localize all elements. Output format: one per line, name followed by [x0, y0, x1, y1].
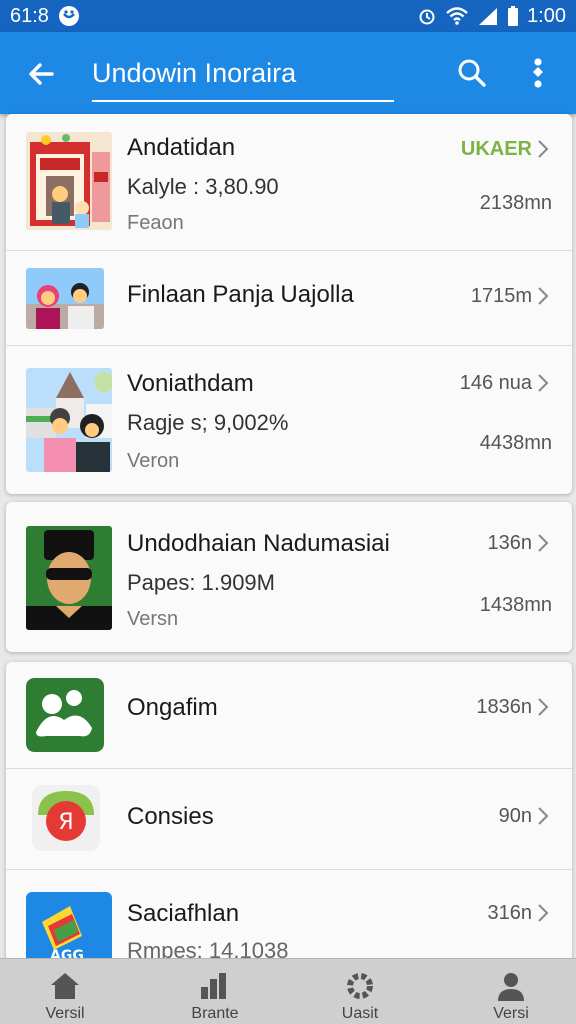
list-item[interactable]: Ongafim 1836n: [6, 662, 572, 769]
alarm-icon: [419, 9, 435, 25]
item-meta: Kalyle : 3,80.90: [127, 174, 279, 199]
nav-label: Versil: [45, 1005, 85, 1022]
nav-label: Brante: [191, 1005, 239, 1022]
list-item[interactable]: AGG Saciafhlan Rmpes: 14,1038 316n: [6, 870, 572, 962]
chevron-right-icon: [538, 140, 549, 158]
item-value: 146 nua: [459, 372, 532, 394]
person-icon: [498, 973, 524, 1001]
item-subtitle: Veron: [127, 450, 180, 472]
nav-label: Versi: [493, 1005, 529, 1022]
list-item[interactable]: Finlaan Panja Uajolla 1715m: [6, 251, 572, 346]
nav-item-profile[interactable]: Versi: [456, 959, 566, 1024]
item-subtitle: Feaon: [127, 212, 184, 234]
title-field[interactable]: Undowin Inoraira: [92, 50, 394, 102]
list-card-1: Andatidan Kalyle : 3,80.90 Feaon UKAER 2…: [6, 114, 572, 494]
item-thumbnail: [26, 368, 112, 472]
chevron-right-icon: [538, 374, 549, 392]
nav-label: Uasit: [341, 1005, 379, 1022]
chevron-right-icon: [538, 287, 549, 305]
search-icon: [458, 59, 486, 87]
battery-icon: [508, 6, 519, 26]
item-title: Consies: [127, 803, 214, 830]
bar-chart-icon: [201, 973, 226, 999]
notification-icon: [58, 6, 79, 26]
item-value-secondary: 4438mn: [479, 432, 552, 454]
svg-text:Я: Я: [58, 810, 73, 835]
item-title: Ongafim: [127, 694, 218, 721]
nav-item-home[interactable]: Versil: [10, 959, 120, 1024]
item-title: Undodhaian Nadumasiai: [127, 530, 390, 557]
list-item[interactable]: Voniathdam Ragje s; 9,002% Veron 146 nua…: [6, 346, 572, 494]
more-vertical-icon: [533, 58, 543, 88]
list-card-2: Undodhaian Nadumasiai Papes: 1.909M Vers…: [6, 502, 572, 652]
item-value: 90n: [498, 805, 532, 827]
item-title: Saciafhlan: [127, 900, 240, 927]
item-title: Finlaan Panja Uajolla: [127, 281, 354, 308]
app-icon: [26, 678, 104, 752]
item-status-badge: UKAER: [460, 138, 532, 160]
nav-item-settings[interactable]: Uasit: [305, 959, 415, 1024]
item-meta: Ragje s; 9,002%: [127, 410, 289, 435]
item-title: Voniathdam: [127, 370, 254, 397]
wifi-icon: [446, 7, 468, 25]
item-thumbnail: [26, 268, 104, 329]
arrow-left-icon: [29, 63, 54, 85]
item-value: 1836n: [476, 696, 532, 718]
status-left-text: 61:8: [10, 4, 49, 27]
chevron-right-icon: [538, 698, 549, 716]
item-title: Andatidan: [127, 134, 236, 161]
status-time: 1:00: [527, 4, 566, 27]
app-icon: AGG: [26, 892, 112, 962]
back-button[interactable]: [22, 54, 62, 94]
status-bar: 61:8 1:00: [0, 0, 576, 32]
item-value-secondary: 1438mn: [479, 594, 552, 616]
item-meta: Papes: 1.909M: [127, 570, 275, 595]
item-thumbnail: [26, 132, 112, 230]
item-subtitle: Versn: [127, 608, 179, 630]
list-item[interactable]: Andatidan Kalyle : 3,80.90 Feaon UKAER 2…: [6, 114, 572, 251]
list-item[interactable]: Я Consies 90n: [6, 769, 572, 870]
item-value: 1715m: [470, 285, 532, 307]
item-value: 2138mn: [479, 192, 552, 214]
more-options-button[interactable]: [520, 54, 556, 92]
nav-item-stats[interactable]: Brante: [160, 959, 270, 1024]
item-thumbnail: [26, 526, 112, 630]
chevron-right-icon: [538, 904, 549, 922]
bottom-navigation: Versil Brante Uasit Versi: [0, 958, 576, 1024]
chevron-right-icon: [538, 534, 549, 552]
home-icon: [51, 973, 79, 999]
item-value: 316n: [487, 902, 533, 924]
app-icon: Я: [32, 785, 100, 851]
search-button[interactable]: [454, 54, 490, 92]
signal-icon: [479, 8, 498, 25]
item-value: 136n: [487, 532, 533, 554]
list-card-3: Ongafim 1836n Я Consies 90n AGG Saciafhl…: [6, 662, 572, 962]
app-bar: Undowin Inoraira: [0, 32, 576, 114]
list-item[interactable]: Undodhaian Nadumasiai Papes: 1.909M Vers…: [6, 502, 572, 652]
chevron-right-icon: [538, 807, 549, 825]
page-title: Undowin Inoraira: [92, 58, 297, 88]
settings-icon: [347, 973, 373, 999]
